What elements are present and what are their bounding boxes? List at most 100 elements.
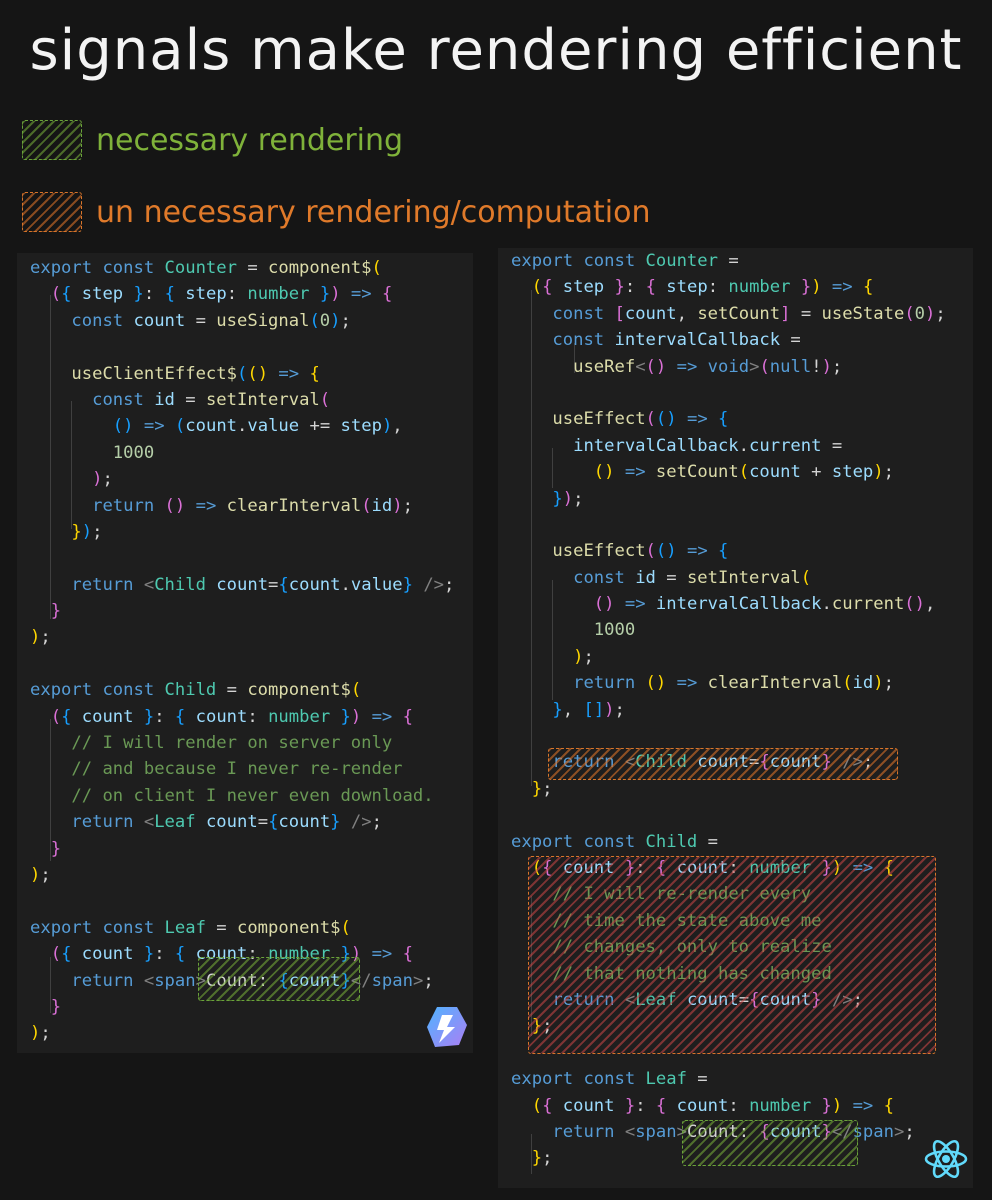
code-line: // on client I never even download.	[30, 783, 454, 809]
code-token: .	[237, 416, 248, 437]
code-token: />	[340, 812, 372, 833]
code-token: (	[645, 356, 656, 377]
code-token: {	[883, 1095, 894, 1116]
code-token: step	[185, 284, 227, 305]
code-token: )	[873, 462, 884, 483]
code-token: useRef	[573, 356, 636, 377]
code-token: <	[635, 356, 646, 377]
code-token: 1000	[593, 620, 636, 641]
code-token: {	[278, 574, 289, 595]
code-token: )	[174, 495, 186, 516]
code-line: useClientEffect$(() => {	[30, 361, 454, 387]
code-token: :	[728, 1095, 750, 1116]
code-token: )	[925, 303, 936, 324]
code-line: return () => clearInterval(id);	[511, 670, 946, 696]
code-token: )	[604, 462, 615, 483]
code-token: (	[645, 673, 656, 694]
legend-necessary-label: necessary rendering	[96, 122, 404, 158]
code-token: {	[61, 706, 82, 727]
code-token: :	[143, 284, 165, 305]
code-line: );	[30, 466, 454, 492]
code-token: {	[862, 277, 874, 298]
code-token: =	[236, 258, 269, 278]
code-token: )	[831, 1095, 843, 1116]
code-token: )	[81, 521, 93, 542]
code-token: (	[361, 495, 372, 516]
code-token: (	[247, 363, 258, 384]
green-hatch-swatch	[22, 120, 82, 160]
code-token: const	[583, 831, 646, 852]
code-token: }	[800, 277, 812, 298]
code-token: (	[904, 594, 915, 615]
code-token: =>	[133, 416, 175, 437]
code-line: useEffect(() => {	[511, 406, 946, 432]
code-token: ]	[780, 303, 791, 324]
code-token: }	[330, 812, 341, 833]
code-token: useState	[821, 303, 905, 324]
code-token: (	[904, 303, 915, 324]
code-token: count	[562, 1095, 625, 1116]
code-token: setCount	[697, 303, 781, 324]
code-token: {	[645, 277, 667, 298]
code-token: (	[319, 389, 331, 410]
code-token: <	[143, 812, 155, 833]
code-line: // and because I never re-render	[30, 756, 454, 782]
code-token: <	[624, 1121, 636, 1142]
code-token: }	[402, 574, 413, 595]
code-token: ;	[935, 303, 946, 324]
code-token: count	[133, 310, 196, 331]
code-token: +	[811, 462, 832, 483]
code-token: return	[71, 574, 144, 595]
code-line: useEffect(() => {	[511, 538, 946, 564]
code-token: ;	[573, 488, 584, 509]
code-line: const intervalCallback =	[511, 327, 946, 353]
code-token: intervalCallback	[655, 594, 822, 615]
code-token: (	[309, 310, 320, 331]
code-token: Child	[645, 831, 708, 852]
code-token: ;	[371, 812, 382, 833]
code-line: export const Leaf =	[511, 1066, 946, 1092]
code-token: =>	[821, 277, 863, 298]
code-token: number	[268, 706, 341, 727]
code-token: }	[71, 521, 82, 542]
code-token: {	[61, 284, 82, 305]
code-token: clearInterval	[707, 673, 843, 694]
code-token: }	[552, 699, 563, 720]
code-line: ({ step }: { step: number }) => {	[30, 281, 454, 307]
code-token: return	[573, 673, 646, 694]
code-token: ;	[542, 778, 553, 799]
code-token: span	[635, 1121, 677, 1142]
code-token: {	[174, 944, 196, 965]
code-token: {	[402, 706, 413, 727]
code-token: count	[185, 416, 238, 437]
code-token: (	[371, 258, 382, 278]
code-token: null	[769, 356, 812, 377]
code-token: =	[790, 303, 822, 324]
code-token: const	[102, 917, 165, 938]
code-token: =	[666, 567, 687, 588]
code-token: count	[81, 706, 144, 727]
code-line: );	[30, 1020, 454, 1046]
code-token: (	[50, 944, 62, 965]
code-token: )	[392, 495, 403, 516]
code-token: )	[562, 488, 574, 509]
code-token: step	[81, 284, 134, 305]
code-token: setInterval	[686, 567, 801, 588]
code-token: span	[371, 970, 413, 991]
code-line: 1000	[511, 617, 946, 643]
code-token: .	[738, 435, 750, 456]
code-line: export const Counter =	[511, 248, 946, 274]
code-token: }	[50, 996, 62, 1017]
code-token: <	[143, 574, 155, 595]
